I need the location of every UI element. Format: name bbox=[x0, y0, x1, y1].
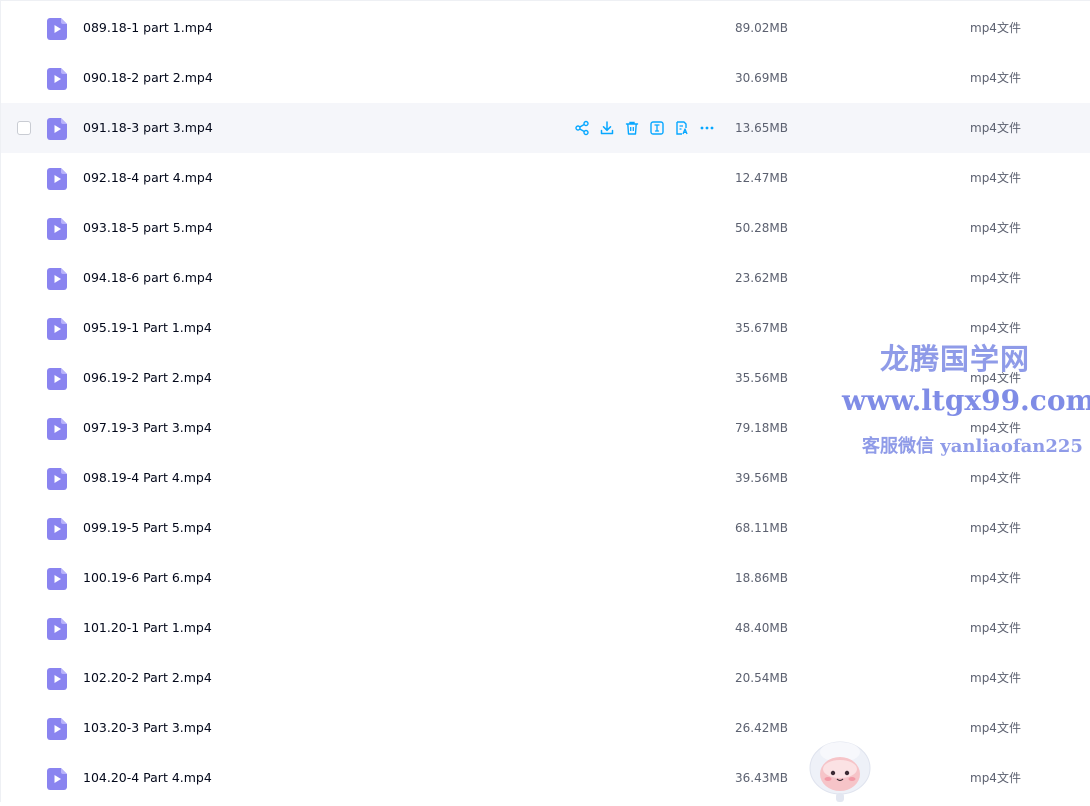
file-size: 68.11MB bbox=[735, 521, 788, 535]
file-size: 79.18MB bbox=[735, 421, 788, 435]
video-file-icon bbox=[47, 168, 67, 190]
file-row[interactable]: 092.18-4 part 4.mp4 12.47MB mp4文件 bbox=[1, 153, 1090, 203]
video-file-icon bbox=[47, 618, 67, 640]
file-name[interactable]: 102.20-2 Part 2.mp4 bbox=[83, 670, 212, 686]
video-file-icon bbox=[47, 768, 67, 790]
file-name[interactable]: 100.19-6 Part 6.mp4 bbox=[83, 570, 212, 586]
file-type: mp4文件 bbox=[970, 771, 1021, 785]
video-file-icon bbox=[47, 518, 67, 540]
video-file-icon bbox=[47, 68, 67, 90]
file-size: 48.40MB bbox=[735, 621, 788, 635]
file-row[interactable]: 097.19-3 Part 3.mp4 79.18MB mp4文件 bbox=[1, 403, 1090, 453]
file-type: mp4文件 bbox=[970, 21, 1021, 35]
file-size: 89.02MB bbox=[735, 21, 788, 35]
file-name[interactable]: 097.19-3 Part 3.mp4 bbox=[83, 420, 212, 436]
file-row[interactable]: 099.19-5 Part 5.mp4 68.11MB mp4文件 bbox=[1, 503, 1090, 553]
copy-to-icon[interactable] bbox=[674, 120, 690, 136]
file-type: mp4文件 bbox=[970, 271, 1021, 285]
file-row[interactable]: 089.18-1 part 1.mp4 89.02MB mp4文件 bbox=[1, 3, 1090, 53]
file-size: 12.47MB bbox=[735, 171, 788, 185]
more-icon[interactable] bbox=[699, 120, 715, 136]
file-name[interactable]: 096.19-2 Part 2.mp4 bbox=[83, 370, 212, 386]
file-name[interactable]: 094.18-6 part 6.mp4 bbox=[83, 270, 213, 286]
file-list: 089.18-1 part 1.mp4 89.02MB mp4文件 090.18-2 … bbox=[0, 0, 1090, 802]
file-size: 18.86MB bbox=[735, 571, 788, 585]
file-name[interactable]: 101.20-1 Part 1.mp4 bbox=[83, 620, 212, 636]
file-name[interactable]: 098.19-4 Part 4.mp4 bbox=[83, 470, 212, 486]
file-row[interactable]: 104.20-4 Part 4.mp4 36.43MB mp4文件 bbox=[1, 753, 1090, 803]
file-row[interactable]: 096.19-2 Part 2.mp4 35.56MB mp4文件 bbox=[1, 353, 1090, 403]
video-file-icon bbox=[47, 218, 67, 240]
file-row[interactable]: 101.20-1 Part 1.mp4 48.40MB mp4文件 bbox=[1, 603, 1090, 653]
file-type: mp4文件 bbox=[970, 321, 1021, 335]
video-file-icon bbox=[47, 368, 67, 390]
file-size: 50.28MB bbox=[735, 221, 788, 235]
file-size: 26.42MB bbox=[735, 721, 788, 735]
file-row[interactable]: 091.18-3 part 3.mp4 13.65MB mp4文件 bbox=[1, 103, 1090, 153]
share-icon[interactable] bbox=[574, 120, 590, 136]
rename-icon[interactable] bbox=[649, 120, 665, 136]
file-type: mp4文件 bbox=[970, 221, 1021, 235]
file-row[interactable]: 098.19-4 Part 4.mp4 39.56MB mp4文件 bbox=[1, 453, 1090, 503]
file-size: 20.54MB bbox=[735, 671, 788, 685]
video-file-icon bbox=[47, 568, 67, 590]
file-type: mp4文件 bbox=[970, 621, 1021, 635]
file-type: mp4文件 bbox=[970, 671, 1021, 685]
file-type: mp4文件 bbox=[970, 171, 1021, 185]
file-name[interactable]: 095.19-1 Part 1.mp4 bbox=[83, 320, 212, 336]
video-file-icon bbox=[47, 318, 67, 340]
file-size: 35.67MB bbox=[735, 321, 788, 335]
video-file-icon bbox=[47, 468, 67, 490]
file-name[interactable]: 092.18-4 part 4.mp4 bbox=[83, 170, 213, 186]
file-type: mp4文件 bbox=[970, 721, 1021, 735]
file-size: 36.43MB bbox=[735, 771, 788, 785]
file-size: 30.69MB bbox=[735, 71, 788, 85]
delete-icon[interactable] bbox=[624, 120, 640, 136]
file-type: mp4文件 bbox=[970, 421, 1021, 435]
file-type: mp4文件 bbox=[970, 571, 1021, 585]
file-type: mp4文件 bbox=[970, 71, 1021, 85]
file-type: mp4文件 bbox=[970, 471, 1021, 485]
video-file-icon bbox=[47, 18, 67, 40]
video-file-icon bbox=[47, 668, 67, 690]
file-size: 13.65MB bbox=[735, 121, 788, 135]
video-file-icon bbox=[47, 718, 67, 740]
row-checkbox[interactable] bbox=[17, 121, 31, 135]
file-type: mp4文件 bbox=[970, 121, 1021, 135]
file-row[interactable]: 102.20-2 Part 2.mp4 20.54MB mp4文件 bbox=[1, 653, 1090, 703]
file-name[interactable]: 103.20-3 Part 3.mp4 bbox=[83, 720, 212, 736]
file-name[interactable]: 104.20-4 Part 4.mp4 bbox=[83, 770, 212, 786]
assistant-mascot-icon[interactable] bbox=[806, 738, 874, 802]
file-name[interactable]: 090.18-2 part 2.mp4 bbox=[83, 70, 213, 86]
file-type: mp4文件 bbox=[970, 521, 1021, 535]
file-row[interactable]: 093.18-5 part 5.mp4 50.28MB mp4文件 bbox=[1, 203, 1090, 253]
file-row[interactable]: 095.19-1 Part 1.mp4 35.67MB mp4文件 bbox=[1, 303, 1090, 353]
file-type: mp4文件 bbox=[970, 371, 1021, 385]
file-size: 35.56MB bbox=[735, 371, 788, 385]
file-row[interactable]: 090.18-2 part 2.mp4 30.69MB mp4文件 bbox=[1, 53, 1090, 103]
file-row[interactable]: 100.19-6 Part 6.mp4 18.86MB mp4文件 bbox=[1, 553, 1090, 603]
file-name[interactable]: 099.19-5 Part 5.mp4 bbox=[83, 520, 212, 536]
file-name[interactable]: 089.18-1 part 1.mp4 bbox=[83, 20, 213, 36]
file-size: 23.62MB bbox=[735, 271, 788, 285]
video-file-icon bbox=[47, 118, 67, 140]
video-file-icon bbox=[47, 268, 67, 290]
file-row[interactable]: 094.18-6 part 6.mp4 23.62MB mp4文件 bbox=[1, 253, 1090, 303]
download-icon[interactable] bbox=[599, 120, 615, 136]
file-row[interactable]: 103.20-3 Part 3.mp4 26.42MB mp4文件 bbox=[1, 703, 1090, 753]
file-name[interactable]: 091.18-3 part 3.mp4 bbox=[83, 120, 213, 136]
file-name[interactable]: 093.18-5 part 5.mp4 bbox=[83, 220, 213, 236]
video-file-icon bbox=[47, 418, 67, 440]
file-size: 39.56MB bbox=[735, 471, 788, 485]
